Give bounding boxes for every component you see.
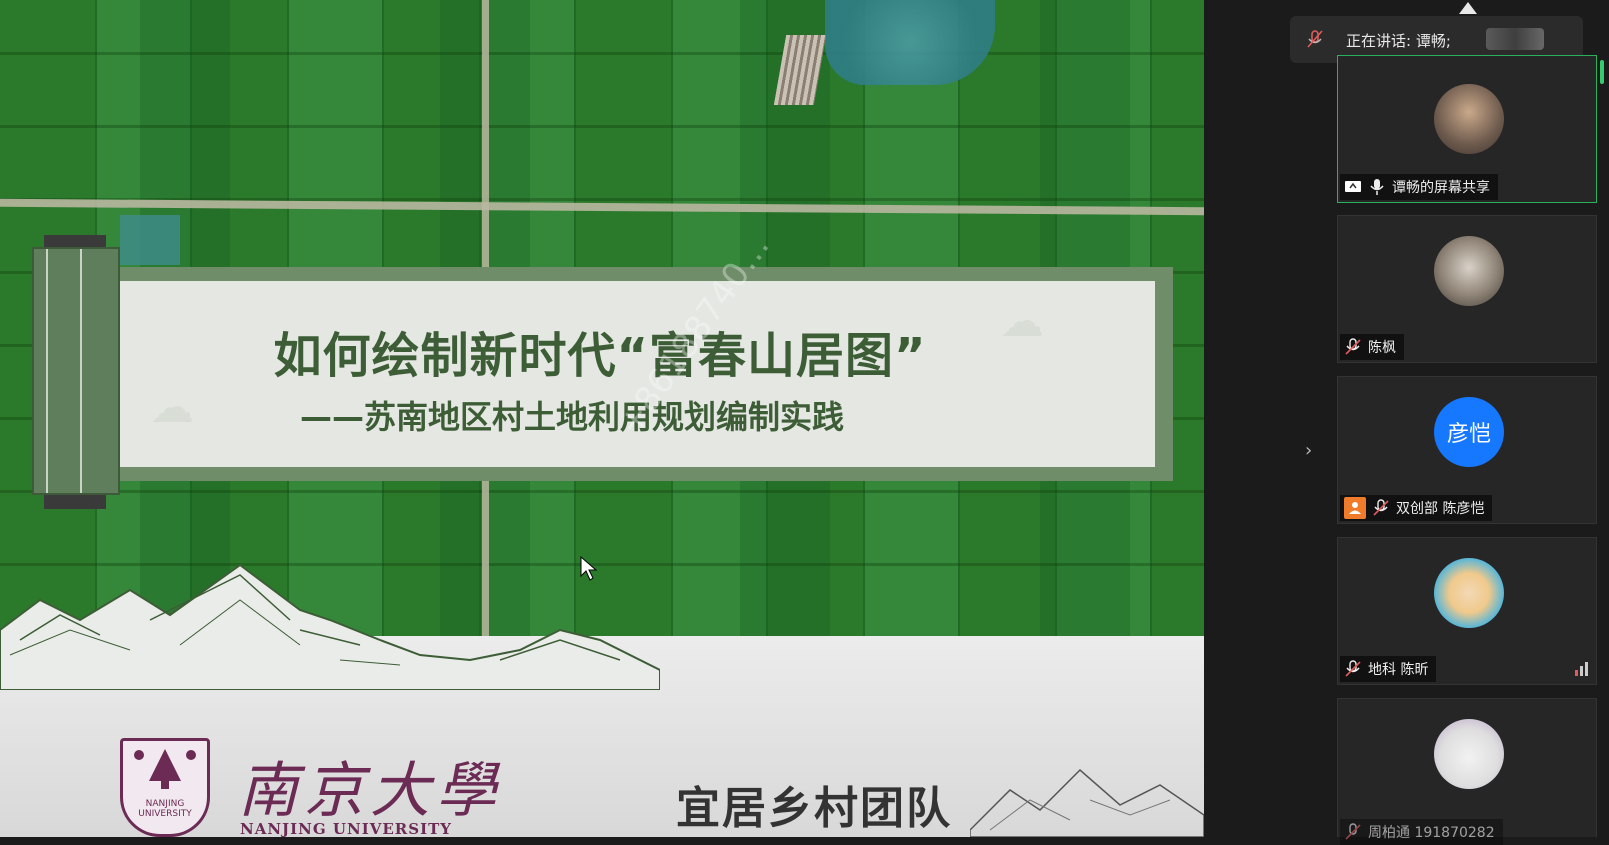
panel-gutter	[1204, 0, 1322, 837]
participant-tile[interactable]: 周柏通 191870282	[1337, 698, 1597, 845]
mic-muted-icon	[1345, 338, 1361, 355]
avatar	[1434, 236, 1504, 306]
participant-name: 地科 陈昕	[1368, 662, 1429, 678]
speaking-avatars	[1486, 28, 1544, 50]
participant-name: 周柏通 191870282	[1368, 825, 1495, 841]
university-name-cn: 南京大學	[238, 756, 502, 826]
mic-muted-icon	[1373, 499, 1389, 516]
participant-tile[interactable]: 地科 陈昕	[1337, 537, 1597, 685]
participant-tag: 周柏通 191870282	[1340, 819, 1503, 845]
participant-name: 谭畅的屏幕共享	[1392, 180, 1490, 196]
mic-muted-icon	[1307, 30, 1323, 48]
signal-icon	[1575, 662, 1588, 676]
caret-up-icon	[1459, 2, 1477, 14]
mic-icon	[1370, 179, 1384, 195]
participant-tile[interactable]: 谭畅的屏幕共享	[1337, 55, 1597, 203]
cursor-icon	[580, 556, 598, 581]
cloud-icon: ☁	[150, 382, 194, 433]
host-icon	[1344, 497, 1366, 519]
scroll-decoration	[32, 247, 120, 495]
panel-scrollbar[interactable]	[1600, 60, 1604, 84]
participant-name: 双创部 陈彦恺	[1396, 501, 1485, 517]
mic-muted-icon	[1345, 823, 1361, 840]
university-name-en: NANJING UNIVERSITY	[240, 820, 452, 837]
avatar-initials: 彦恺	[1434, 397, 1504, 467]
emblem-text: NANJING UNIVERSITY	[138, 799, 192, 819]
screen-share-icon	[1345, 181, 1361, 192]
pond-image-small	[120, 215, 180, 265]
team-name: 宜居乡村团队	[676, 783, 952, 834]
pond-image	[825, 0, 995, 85]
mountain-illustration	[0, 563, 660, 690]
participant-tag: 谭畅的屏幕共享	[1340, 174, 1498, 200]
slide-title: 如何绘制新时代“富春山居图”	[273, 328, 927, 384]
participant-name: 陈枫	[1368, 340, 1396, 356]
emblem-tree-icon	[134, 749, 196, 789]
participant-tag: 双创部 陈彦恺	[1340, 495, 1493, 521]
avatar	[1434, 719, 1504, 789]
participant-tile[interactable]: 陈枫	[1337, 215, 1597, 363]
chevron-right-icon[interactable]: ›	[1305, 440, 1312, 461]
participant-tag: 地科 陈昕	[1340, 656, 1437, 682]
avatar	[1434, 558, 1504, 628]
speaking-label: 正在讲话: 谭畅;	[1346, 32, 1451, 50]
nju-emblem: NANJING UNIVERSITY	[120, 738, 210, 837]
shared-screen: ☁ ☁ 如何绘制新时代“富春山居图” ——苏南地区村土地利用规划编制实践 NAN…	[0, 0, 1204, 837]
participant-tile[interactable]: 彦恺 双创部 陈彦恺	[1337, 376, 1597, 524]
participant-tag: 陈枫	[1340, 334, 1404, 360]
scroll-cap-bottom	[44, 495, 106, 509]
mic-muted-icon	[1345, 660, 1361, 677]
mountain-illustration-right	[970, 768, 1204, 837]
avatar	[1434, 84, 1504, 154]
